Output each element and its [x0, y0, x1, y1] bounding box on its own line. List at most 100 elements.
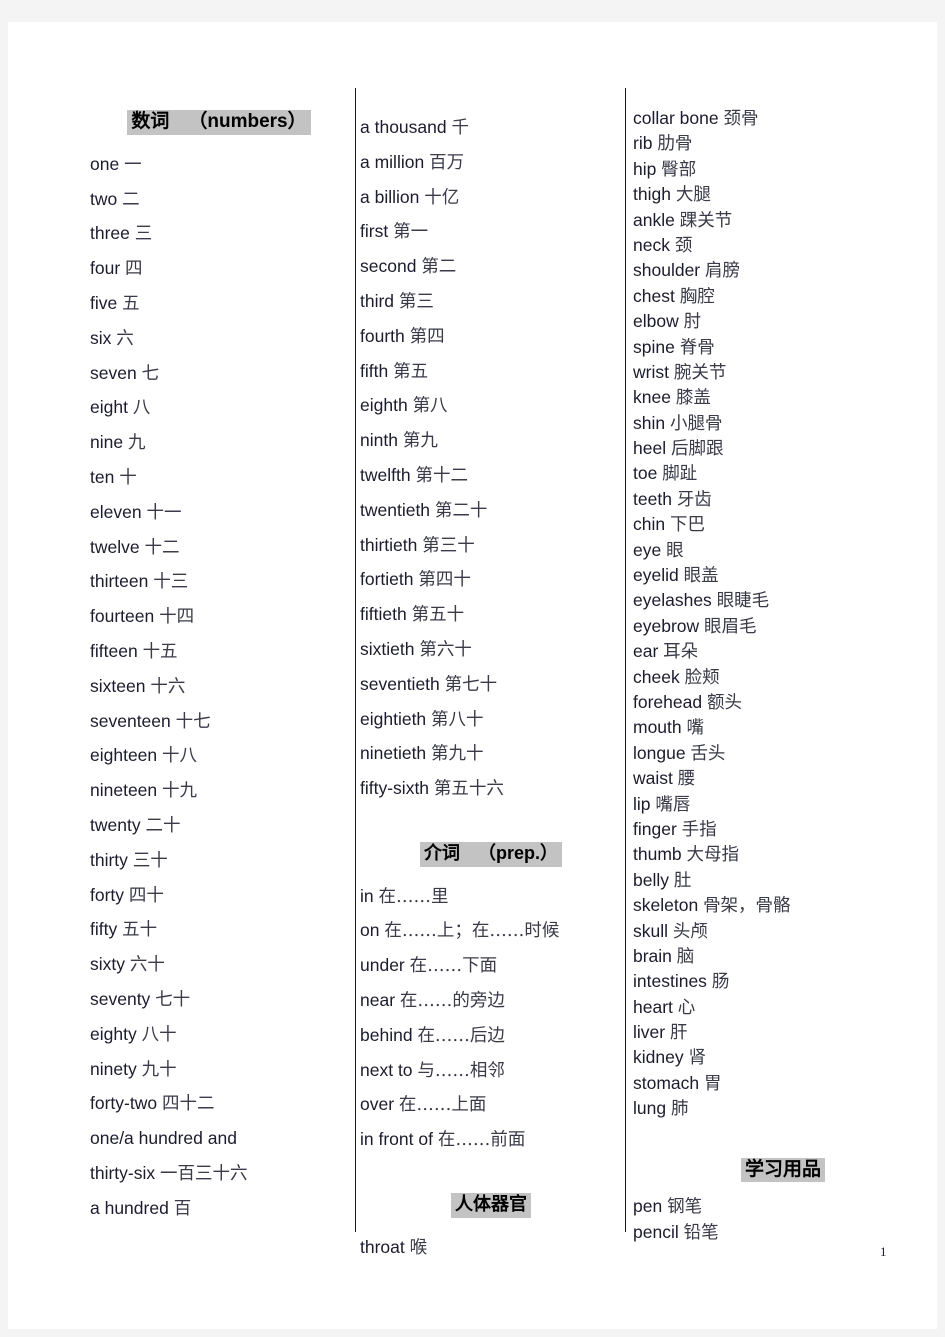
vocabulary-entry: second 第二 [360, 249, 622, 284]
entry-term-cn: 四十 [128, 885, 164, 906]
entry-term-cn: 在……前面 [437, 1130, 526, 1151]
section-heading-cn: 介词 [423, 842, 460, 864]
vocabulary-entry: forty 四十 [90, 878, 348, 913]
vocabulary-entry: rib 肋骨 [633, 131, 933, 156]
entry-term-cn: 第八十 [431, 709, 484, 730]
vocabulary-entry: two 二 [90, 182, 348, 217]
entry-term-cn: 三 [134, 224, 153, 245]
entry-term-en: next to [360, 1059, 413, 1080]
section-heading-cn: 数词 [131, 110, 170, 132]
vocabulary-entry: eighty 八十 [90, 1017, 348, 1052]
vocabulary-entry: shin 小腿骨 [633, 411, 933, 436]
entry-term-en: lung [633, 1098, 667, 1119]
vocabulary-entry: fiftieth 第五十 [360, 597, 622, 632]
vocabulary-entry: twentieth 第二十 [360, 493, 622, 528]
vocabulary-entry: collar bone 颈骨 [633, 106, 933, 131]
entry-term-en: first [360, 221, 389, 242]
entry-term-cn: 肩膀 [705, 261, 741, 282]
entry-term-cn: 八十 [141, 1024, 177, 1045]
entry-term-cn: 与……相邻 [417, 1060, 505, 1081]
entry-term-en: in front of [360, 1129, 433, 1150]
vocabulary-entry: seventieth 第七十 [360, 667, 622, 702]
vocabulary-entry: sixteen 十六 [90, 669, 348, 704]
entry-term-en: eyelid [633, 565, 679, 586]
entry-term-cn: 一 [124, 154, 142, 175]
entry-term-en: second [360, 256, 417, 277]
entry-term-en: fifty-sixth [360, 778, 430, 799]
vocabulary-entry: chin 下巴 [633, 512, 933, 537]
vocabulary-entry: thirty 三十 [90, 843, 348, 878]
entry-term-cn: 第八 [412, 396, 448, 417]
entry-term-cn: 在……后边 [417, 1025, 505, 1046]
vocabulary-entry: one/a hundred and [90, 1121, 348, 1156]
entry-term-en: thumb [633, 844, 682, 865]
entry-term-en: ankle [633, 209, 675, 230]
section-heading: 介词 （prep.） [360, 841, 622, 867]
entry-term-cn: 百 [173, 1198, 192, 1219]
entry-term-en: eighth [360, 395, 408, 416]
entry-term-en: teeth [633, 488, 672, 509]
entry-term-en: six [90, 327, 112, 348]
entry-term-cn: 膝盖 [675, 388, 711, 409]
entry-term-cn: 肝 [669, 1023, 688, 1044]
entry-term-cn: 肘 [683, 312, 702, 333]
section-heading: 学习用品 [633, 1157, 933, 1183]
entry-term-en: a thousand [360, 117, 447, 137]
entry-term-cn: 肚 [673, 870, 692, 891]
entry-term-en: longue [633, 742, 686, 763]
vocabulary-entry: under 在……下面 [360, 948, 622, 983]
vocabulary-entry: lung 肺 [633, 1096, 933, 1121]
entry-term-cn: 十九 [162, 781, 198, 802]
entry-term-cn: 第十二 [415, 465, 468, 486]
entry-term-cn: 三十 [132, 850, 168, 871]
vocabulary-entry: nineteen 十九 [90, 773, 348, 808]
entry-term-en: fortieth [360, 569, 414, 590]
entry-term-cn: 十二 [144, 537, 180, 558]
entry-term-en: brain [633, 945, 672, 966]
entry-term-en: cheek [633, 666, 680, 687]
entry-term-en: eyebrow [633, 615, 700, 636]
entry-term-cn: 在……上面 [398, 1095, 487, 1116]
entry-term-cn: 二 [122, 189, 140, 210]
entry-term-cn: 眼盖 [683, 566, 719, 587]
entry-term-cn: 第九十 [431, 744, 484, 765]
entry-term-cn: 第一 [393, 222, 429, 243]
section-heading-highlight: 学习用品 [740, 1157, 825, 1183]
entry-term-en: ninety [90, 1058, 137, 1079]
entry-term-cn: 第三 [398, 291, 434, 312]
vocabulary-entry: ten 十 [90, 460, 348, 495]
vocabulary-entry: knee 膝盖 [633, 385, 933, 410]
vocabulary-entry: eye 眼 [633, 538, 933, 563]
entry-term-en: shoulder [633, 260, 701, 281]
entry-term-cn: 脸颊 [684, 667, 720, 688]
entry-term-en: heart [633, 996, 673, 1017]
entry-term-en: stomach [633, 1072, 700, 1093]
vocabulary-entry: toe 脚趾 [633, 461, 933, 486]
entry-term-en: finger [633, 818, 677, 839]
entry-term-en: five [90, 293, 118, 314]
vocabulary-entry: on 在……上；在……时候 [360, 913, 622, 948]
entry-term-cn: 耳朵 [663, 642, 699, 663]
entry-term-en: ninetieth [360, 743, 427, 764]
entry-term-cn: 一百三十六 [160, 1163, 248, 1184]
entry-term-en: skull [633, 920, 669, 941]
vocabulary-entry: a thousand 千 [360, 110, 622, 145]
vocabulary-entry: throat 喉 [360, 1230, 622, 1265]
entry-term-cn: 在……里 [378, 886, 449, 907]
vocabulary-entry: liver 肝 [633, 1020, 933, 1045]
vocabulary-entry: eyebrow 眼眉毛 [633, 614, 933, 639]
section-heading-en: （numbers） [188, 111, 307, 132]
section-heading-en: （prep.） [477, 842, 558, 863]
column-divider-1 [355, 88, 356, 1232]
column-divider-2 [625, 88, 626, 1232]
entry-term-en: forty-two [90, 1093, 158, 1114]
entry-term-en: in [360, 885, 374, 906]
vocabulary-entry: stomach 胃 [633, 1071, 933, 1096]
entry-term-cn: 嘴 [686, 718, 705, 739]
entry-term-cn: 下巴 [669, 515, 705, 536]
entry-term-cn: 舌头 [690, 743, 726, 764]
vocabulary-entry: shoulder 肩膀 [633, 258, 933, 283]
vocabulary-entry: seventeen 十七 [90, 704, 348, 739]
entry-term-en: hip [633, 158, 657, 179]
